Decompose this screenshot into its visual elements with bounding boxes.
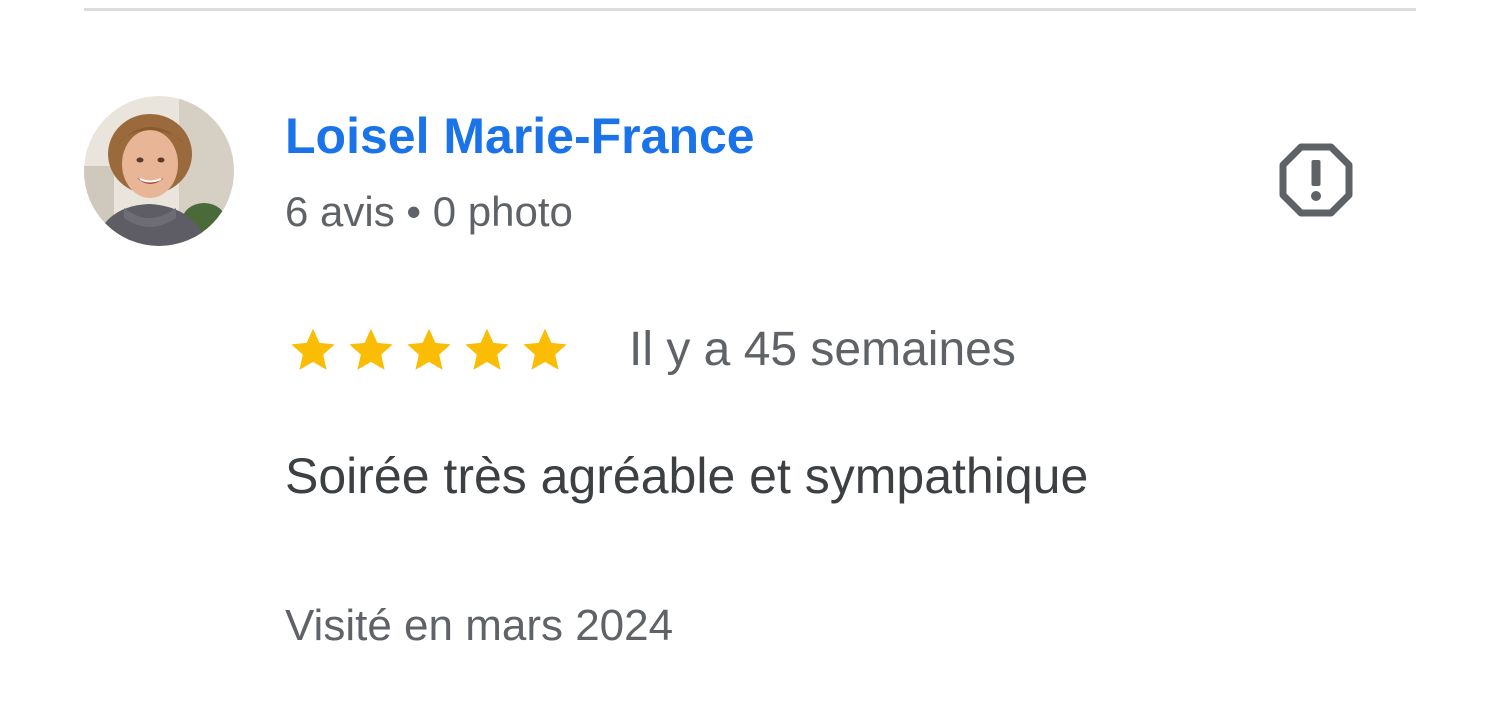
review-age: Il y a 45 semaines xyxy=(629,323,1016,376)
star-icon xyxy=(287,324,339,376)
reviewer-avatar[interactable] xyxy=(84,96,234,246)
review-text: Soirée très agréable et sympathique xyxy=(285,448,1089,504)
report-octagon-icon xyxy=(1279,143,1353,217)
rating-row: Il y a 45 semaines xyxy=(287,320,1016,380)
avatar-photo xyxy=(84,96,234,246)
star-icon xyxy=(461,324,513,376)
reviewer-name[interactable]: Loisel Marie-France xyxy=(285,104,755,168)
star-rating xyxy=(287,324,571,376)
report-review-button[interactable] xyxy=(1277,141,1355,219)
star-icon xyxy=(345,324,397,376)
star-icon xyxy=(403,324,455,376)
reviewer-stats: 6 avis • 0 photo xyxy=(285,188,573,235)
star-icon xyxy=(519,324,571,376)
visit-date: Visité en mars 2024 xyxy=(285,601,674,650)
top-divider xyxy=(84,8,1416,11)
